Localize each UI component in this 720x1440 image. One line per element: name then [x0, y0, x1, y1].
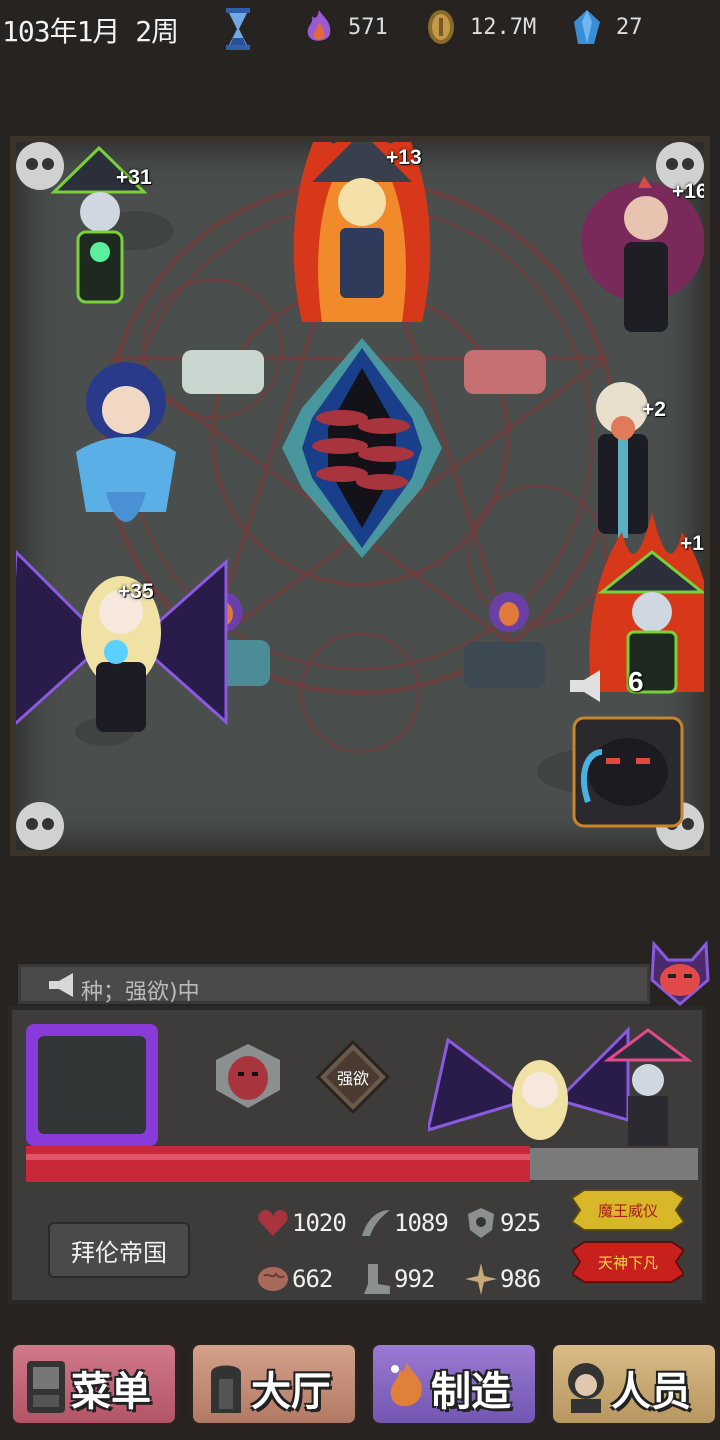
demon-face-icon[interactable]: [646, 940, 714, 1008]
stat-hp-value: 1020: [292, 1209, 347, 1237]
stat-speed: 992: [358, 1262, 435, 1296]
gems-counter: 27: [570, 8, 643, 46]
star-icon: [465, 1263, 497, 1295]
gems-value: 27: [616, 14, 643, 40]
demon-crest-icon[interactable]: [210, 1040, 286, 1112]
stat-hp: 1020: [256, 1206, 347, 1240]
stat-speed-value: 992: [394, 1265, 435, 1293]
device-icon: [27, 1361, 65, 1413]
hourglass-icon[interactable]: [226, 8, 250, 50]
blue-horned-girl-character[interactable]: [46, 342, 206, 532]
gold-coin-icon: [428, 10, 454, 44]
boot-icon: [364, 1264, 390, 1294]
gem-icon: [574, 10, 600, 44]
soul-flame-icon: [307, 10, 331, 41]
empire-button[interactable]: 拜伦帝国: [48, 1222, 190, 1278]
stat-defense: 925: [464, 1206, 541, 1240]
nav-craft-button[interactable]: 制造: [370, 1342, 538, 1426]
status-bar: 103年1月 2周 571 12.7M 27: [0, 0, 720, 62]
souls-value: 571: [348, 14, 388, 40]
gain-label: +35: [118, 580, 154, 603]
horn-icon: [49, 973, 73, 997]
ruler-hp-bar: [26, 1146, 698, 1182]
gain-label: +31: [116, 166, 152, 189]
gold-value: 12.7M: [470, 14, 537, 40]
ritual-board: +31 +13 +16 +35 +2 +1 6: [10, 136, 710, 856]
stat-luck-value: 986: [500, 1265, 541, 1293]
craft-flame-icon: [390, 1363, 422, 1407]
trait-label: 强欲: [336, 1069, 369, 1088]
trait-badge[interactable]: 强欲: [316, 1040, 390, 1114]
imp-demon-character[interactable]: [568, 712, 688, 832]
cushion-seat[interactable]: [460, 344, 550, 400]
dark-winged-queen-character[interactable]: [10, 522, 236, 762]
unit-count: 6: [628, 666, 644, 697]
skill-label: 天神下凡: [597, 1253, 658, 1272]
skull-ornament: [16, 802, 64, 850]
nav-label: 大厅: [251, 1369, 331, 1415]
spirit-flame: [489, 592, 529, 632]
gain-label: +13: [386, 146, 422, 169]
ruler-party-portrait[interactable]: [428, 1010, 698, 1148]
nav-menu-button[interactable]: 菜单: [10, 1342, 178, 1426]
stat-intellect-value: 662: [292, 1265, 333, 1293]
gold-counter: 12.7M: [424, 8, 536, 46]
nav-label: 人员: [611, 1369, 691, 1415]
claw-icon: [362, 1210, 390, 1236]
ruler-portrait-slot[interactable]: [26, 1024, 158, 1146]
demon-rift[interactable]: [272, 338, 452, 558]
nav-hall-button[interactable]: 大厅: [190, 1342, 358, 1426]
stat-intellect: 662: [256, 1262, 333, 1296]
stat-defense-value: 925: [500, 1209, 541, 1237]
stat-attack: 1089: [358, 1206, 449, 1240]
message-ticker[interactable]: 种；强欲)中: [18, 964, 650, 1005]
game-date: 103年1月 2周: [2, 15, 179, 48]
skill-demon-lord-majesty[interactable]: 魔王威仪: [572, 1188, 684, 1232]
stat-attack-value: 1089: [394, 1209, 449, 1237]
person-icon: [568, 1363, 604, 1413]
skill-label: 魔王威仪: [597, 1201, 658, 1220]
nav-staff-button[interactable]: 人员: [550, 1342, 718, 1426]
stat-luck: 986: [464, 1262, 541, 1296]
ruler-panel: 强欲 拜伦帝国 1020 1089 925 662 992 986 魔王威仪 天…: [8, 1006, 706, 1304]
bottom-nav: 菜单 大厅 制造 人员: [0, 1320, 720, 1440]
heart-icon: [258, 1210, 288, 1236]
souls-counter: 571: [302, 8, 388, 46]
shield-icon: [468, 1208, 494, 1238]
skill-god-descends[interactable]: 天神下凡: [572, 1240, 684, 1284]
horn-icon[interactable]: [566, 666, 606, 706]
gain-label: +16: [672, 180, 708, 203]
brain-icon: [258, 1267, 288, 1291]
nav-label: 制造: [431, 1369, 511, 1415]
gain-label: +1: [680, 532, 704, 555]
nav-label: 菜单: [71, 1369, 151, 1415]
ticker-text: 种；强欲)中: [81, 980, 200, 1005]
cushion-seat[interactable]: [460, 634, 550, 694]
door-icon: [211, 1365, 241, 1413]
gain-label: +2: [642, 398, 666, 421]
